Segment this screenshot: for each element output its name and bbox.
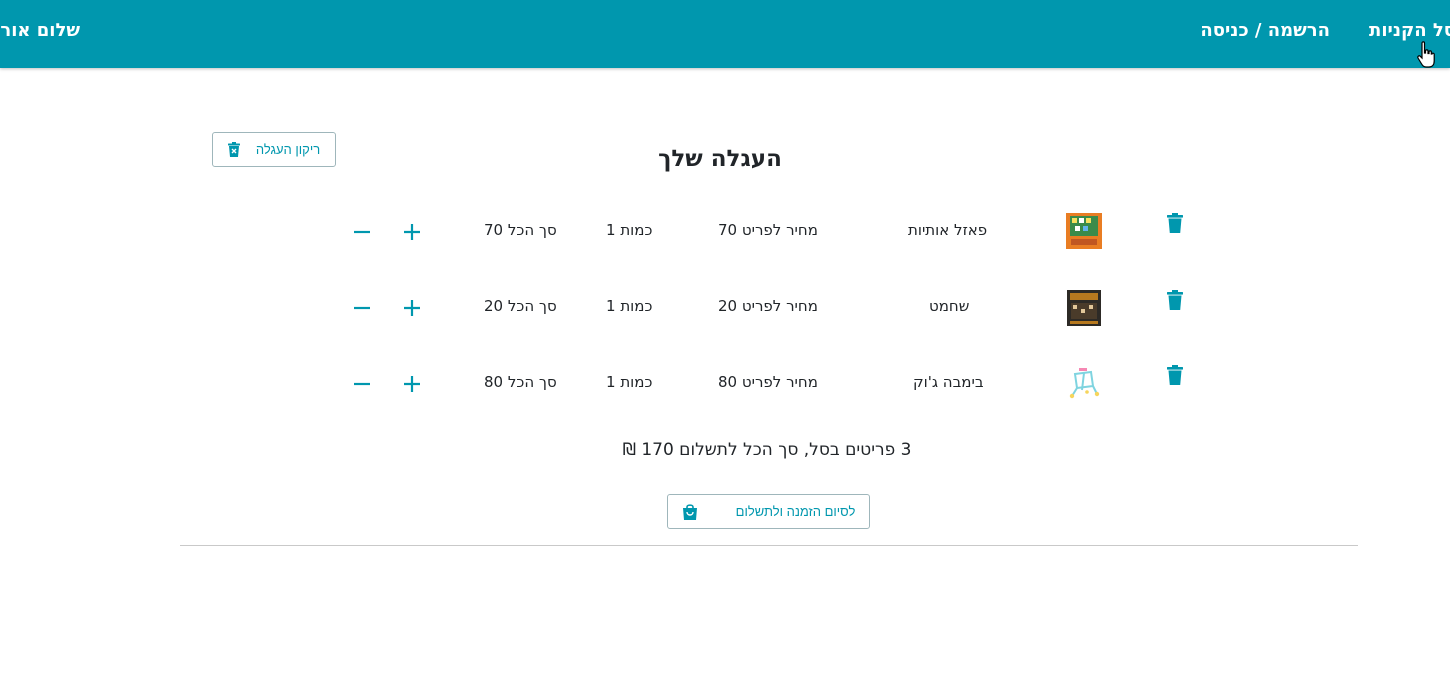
plus-icon[interactable] xyxy=(401,373,423,395)
minus-icon[interactable] xyxy=(351,221,373,243)
line-total: סך הכל 80 xyxy=(484,373,557,391)
quantity: כמות 1 xyxy=(606,297,653,315)
hand-cursor-icon xyxy=(1417,41,1435,68)
product-image xyxy=(1067,290,1101,326)
cart-row: שחמט מחיר לפריט 20 כמות 1 סך הכל 20 xyxy=(0,276,1450,336)
page-title: העגלה שלך xyxy=(658,146,782,172)
cart-row: בימבה ג'וק מחיר לפריט 80 כמות 1 סך הכל 8… xyxy=(0,352,1450,412)
checkout-label: לסיום הזמנה ולתשלום xyxy=(735,504,856,519)
product-name: שחמט xyxy=(929,297,970,315)
cart-summary-text: 3 פריטים בסל, סך הכל לתשלום 170 ₪ xyxy=(622,440,912,460)
cart-summary: 3 פריטים בסל, סך הכל לתשלום 170 ₪ xyxy=(0,440,1450,460)
divider xyxy=(180,545,1358,546)
minus-icon[interactable] xyxy=(351,297,373,319)
quantity: כמות 1 xyxy=(606,373,653,391)
nav-cart-link[interactable]: סל הקניות xyxy=(1369,20,1450,41)
plus-icon[interactable] xyxy=(401,221,423,243)
product-image xyxy=(1069,368,1100,399)
nav-register-link[interactable]: הרשמה / כניסה xyxy=(1200,20,1330,41)
nav-greeting: שלום אורח xyxy=(0,20,81,41)
top-navbar: סל הקניות הרשמה / כניסה שלום אורח xyxy=(0,0,1450,68)
line-total: סך הכל 70 xyxy=(484,221,557,239)
product-name: בימבה ג'וק xyxy=(913,373,984,391)
shopping-bag-icon xyxy=(682,504,697,520)
trash-icon[interactable] xyxy=(1167,365,1183,385)
cart-row: פאזל אותיות מחיר לפריט 70 כמות 1 סך הכל … xyxy=(0,200,1450,260)
plus-icon[interactable] xyxy=(401,297,423,319)
unit-price: מחיר לפריט 20 xyxy=(718,297,818,315)
unit-price: מחיר לפריט 80 xyxy=(718,373,818,391)
unit-price: מחיר לפריט 70 xyxy=(718,221,818,239)
product-name: פאזל אותיות xyxy=(908,221,988,239)
trash-icon[interactable] xyxy=(1167,213,1183,233)
trash-icon[interactable] xyxy=(1167,290,1183,310)
checkout-button[interactable]: לסיום הזמנה ולתשלום xyxy=(667,494,870,529)
quantity: כמות 1 xyxy=(606,221,653,239)
product-image xyxy=(1066,213,1102,249)
minus-icon[interactable] xyxy=(351,373,373,395)
line-total: סך הכל 20 xyxy=(484,297,557,315)
